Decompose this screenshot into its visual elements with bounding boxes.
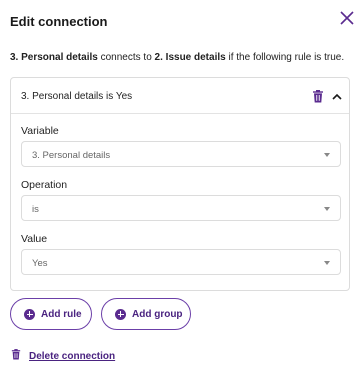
- variable-select[interactable]: 3. Personal details: [21, 141, 341, 167]
- rule-condition-text: if the following rule is true.: [228, 52, 345, 63]
- dialog-title: Edit connection: [10, 14, 108, 29]
- connects-to-text: connects to: [100, 52, 152, 63]
- chevron-up-icon[interactable]: [331, 90, 343, 102]
- caret-down-icon: [324, 261, 330, 265]
- delete-connection-link[interactable]: Delete connection: [29, 351, 115, 362]
- operation-label: Operation: [21, 179, 68, 191]
- value-select[interactable]: Yes: [21, 249, 341, 275]
- close-icon[interactable]: [340, 11, 354, 25]
- plus-circle-icon: [115, 308, 126, 320]
- connection-description: 3. Personal details connects to 2. Issue…: [10, 52, 344, 63]
- target-step-name: 2. Issue details: [154, 52, 226, 63]
- trash-icon: [11, 347, 21, 365]
- trash-icon[interactable]: [312, 90, 324, 103]
- add-group-button[interactable]: Add group: [101, 298, 191, 330]
- value-label: Value: [21, 233, 48, 245]
- rule-header[interactable]: 3. Personal details is Yes: [11, 78, 349, 114]
- edit-connection-panel: Edit connection 3. Personal details conn…: [0, 0, 363, 373]
- variable-select-value: 3. Personal details: [32, 150, 111, 161]
- delete-connection-button[interactable]: Delete connection: [11, 347, 115, 365]
- add-rule-button[interactable]: Add rule: [10, 298, 92, 330]
- source-step-name: 3. Personal details: [10, 52, 98, 63]
- rule-summary: 3. Personal details is Yes: [21, 91, 133, 102]
- add-rule-label: Add rule: [41, 308, 82, 320]
- caret-down-icon: [324, 153, 330, 157]
- plus-circle-icon: [24, 308, 35, 320]
- caret-down-icon: [324, 207, 330, 211]
- add-group-label: Add group: [132, 308, 183, 320]
- operation-select-value: is: [32, 204, 39, 215]
- operation-select[interactable]: is: [21, 195, 341, 221]
- value-select-value: Yes: [32, 258, 48, 269]
- variable-label: Variable: [21, 125, 59, 137]
- rule-card: 3. Personal details is Yes Variable 3. P…: [10, 77, 350, 291]
